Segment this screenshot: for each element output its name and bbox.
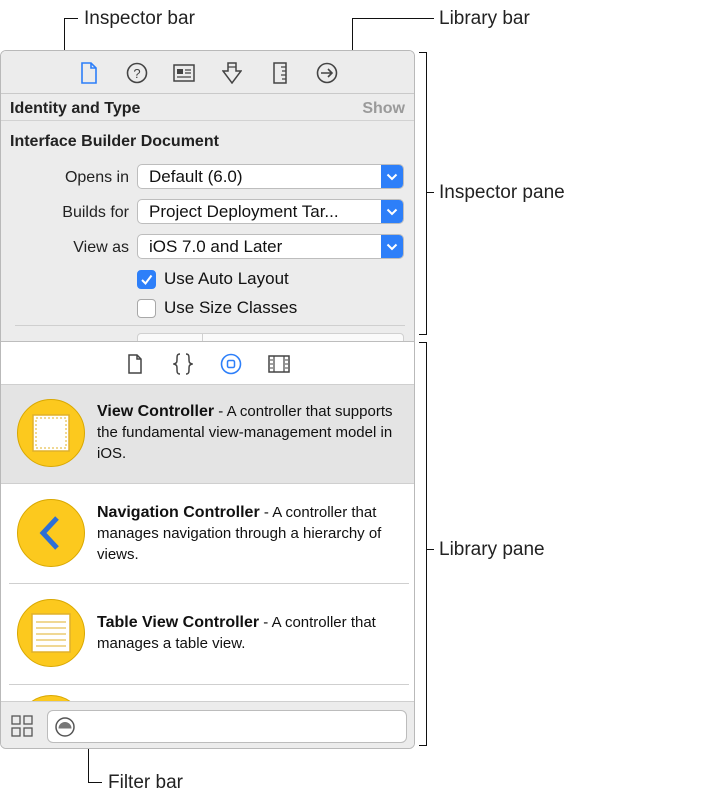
library-pane-callout: Library pane xyxy=(439,539,545,560)
file-inspector-icon[interactable] xyxy=(77,61,101,85)
use-auto-layout-label: Use Auto Layout xyxy=(164,269,289,288)
quick-help-icon[interactable]: ? xyxy=(125,61,149,85)
inspector-divider xyxy=(15,325,405,326)
utility-area-panel: ? Identity and Type Show Interface Build… xyxy=(0,50,415,749)
opens-in-value: Default (6.0) xyxy=(149,167,243,186)
view-as-label: View as xyxy=(73,239,129,256)
inspector-pane: ? Identity and Type Show Interface Build… xyxy=(1,51,414,341)
inspector-pane-bracket-tick xyxy=(426,192,434,193)
list-item-partial[interactable] xyxy=(1,685,414,701)
library-bar-callout: Library bar xyxy=(439,8,530,29)
library-pane-bracket-tick xyxy=(426,549,434,550)
list-item-title: View Controller xyxy=(97,403,215,420)
inspector-pane-callout: Inspector pane xyxy=(439,182,565,203)
chevron-down-icon xyxy=(381,235,403,258)
navigation-controller-icon xyxy=(17,499,85,567)
file-template-icon[interactable] xyxy=(124,353,146,375)
size-inspector-icon[interactable] xyxy=(268,61,292,85)
view-as-popup[interactable]: iOS 7.0 and Later xyxy=(137,234,404,259)
filter-bar-leader-h xyxy=(88,782,102,783)
table-view-controller-icon xyxy=(17,599,85,667)
library-bar-leader-h xyxy=(352,18,434,19)
filter-input[interactable] xyxy=(47,710,407,743)
library-pane[interactable]: View Controller - A controller that supp… xyxy=(1,385,414,701)
inspector-bar-leader-h xyxy=(64,18,78,19)
chevron-down-icon xyxy=(381,165,403,188)
show-link[interactable]: Show xyxy=(362,100,405,118)
list-item[interactable]: Table View Controller - A controller tha… xyxy=(1,584,414,684)
filter-icon xyxy=(54,716,76,738)
inspector-bar: ? xyxy=(1,51,414,94)
connections-inspector-icon[interactable] xyxy=(315,61,339,85)
builds-for-label: Builds for xyxy=(62,204,129,221)
list-item-title: Table View Controller xyxy=(97,614,260,631)
inspector-pane-bracket-bottom xyxy=(419,334,427,335)
partially-hidden-field[interactable] xyxy=(137,333,404,341)
filter-bar xyxy=(1,701,414,748)
document-title: Interface Builder Document xyxy=(10,133,219,150)
library-bar xyxy=(1,341,414,385)
opens-in-popup[interactable]: Default (6.0) xyxy=(137,164,404,189)
svg-text:?: ? xyxy=(133,66,140,81)
list-item-title: Navigation Controller xyxy=(97,504,260,521)
use-auto-layout-checkbox[interactable] xyxy=(137,270,156,289)
use-size-classes-checkbox[interactable] xyxy=(137,299,156,318)
opens-in-label: Opens in xyxy=(64,169,129,186)
inspector-bar-callout: Inspector bar xyxy=(84,8,195,29)
list-item-text: View Controller - A controller that supp… xyxy=(97,401,397,464)
builds-for-value: Project Deployment Tar... xyxy=(149,202,339,221)
attributes-inspector-icon[interactable] xyxy=(220,61,244,85)
view-as-value: iOS 7.0 and Later xyxy=(149,237,283,256)
list-item[interactable]: View Controller - A controller that supp… xyxy=(1,385,414,483)
use-size-classes-label: Use Size Classes xyxy=(164,298,298,317)
filter-bar-callout: Filter bar xyxy=(108,772,183,793)
chevron-down-icon xyxy=(381,200,403,223)
list-item[interactable]: Navigation Controller - A controller tha… xyxy=(1,484,414,583)
identity-and-type-header: Identity and Type Show xyxy=(1,95,414,121)
code-snippet-icon[interactable] xyxy=(172,353,194,375)
list-item-text: Navigation Controller - A controller tha… xyxy=(97,502,397,565)
identity-inspector-icon[interactable] xyxy=(172,61,196,85)
view-controller-icon xyxy=(17,399,85,467)
object-library-icon[interactable] xyxy=(220,353,242,375)
grid-view-icon[interactable] xyxy=(11,715,33,737)
builds-for-popup[interactable]: Project Deployment Tar... xyxy=(137,199,404,224)
section-title: Identity and Type xyxy=(10,100,141,117)
inspector-pane-bracket-v xyxy=(426,52,427,335)
media-library-icon[interactable] xyxy=(268,353,290,375)
library-pane-bracket-bottom xyxy=(419,745,427,746)
list-item-text: Table View Controller - A controller tha… xyxy=(97,612,397,654)
library-pane-bracket-v xyxy=(426,342,427,746)
